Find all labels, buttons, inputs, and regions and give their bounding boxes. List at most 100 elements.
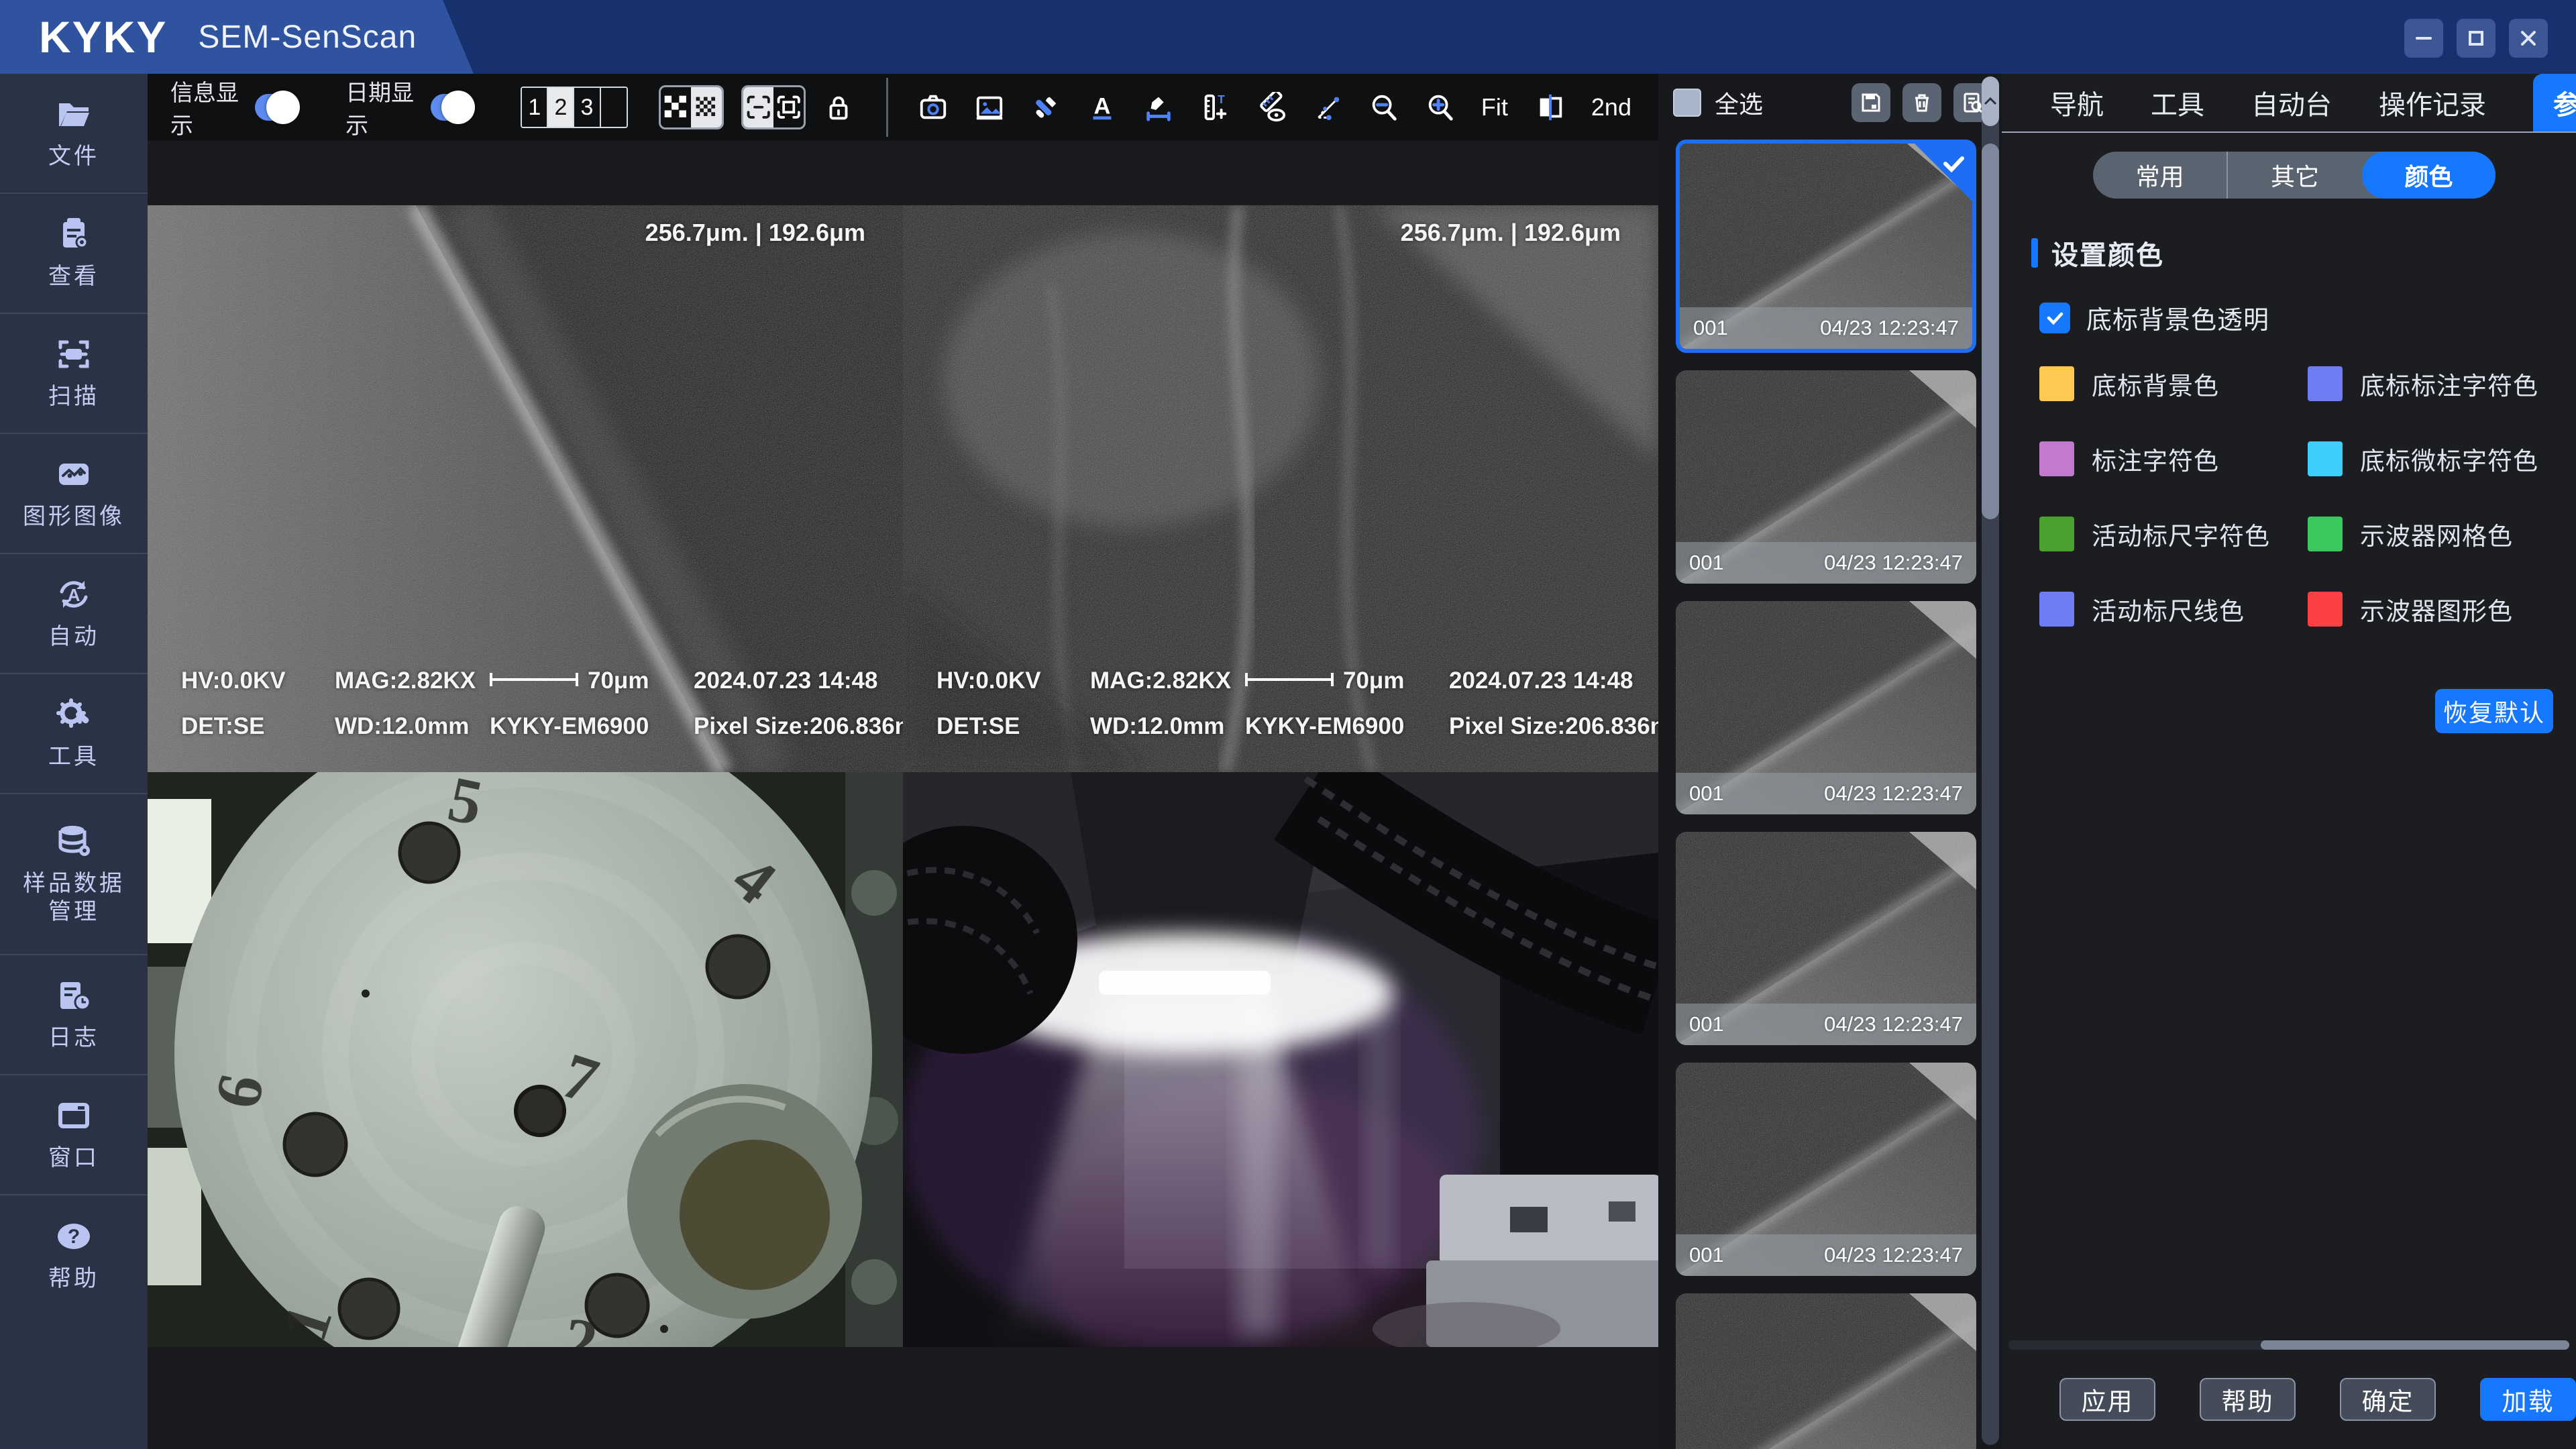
scalebar <box>490 673 578 686</box>
fit-button[interactable]: Fit <box>1481 93 1508 121</box>
sidebar-item-view[interactable]: 查看 <box>0 194 148 314</box>
full-frame-icon[interactable] <box>773 87 804 127</box>
color-swatch[interactable] <box>2308 441 2343 476</box>
sidebar-item-scan[interactable]: 扫描 <box>0 314 148 434</box>
sidebar-item-window[interactable]: 窗口 <box>0 1075 148 1195</box>
lock-icon[interactable] <box>823 90 854 125</box>
reduced-scan-icon[interactable] <box>743 87 773 127</box>
scroll-up-button[interactable] <box>1982 76 1999 126</box>
kyky-logo: KYKY <box>39 11 167 62</box>
save-button[interactable] <box>1851 83 1890 122</box>
thumbnail-item[interactable]: 00104/23 12:23:47 <box>1676 370 1976 584</box>
device-readout: KYKY-EM6900 <box>1245 713 1404 740</box>
repair-tools-icon[interactable] <box>1030 90 1061 125</box>
sidebar-item-graphics[interactable]: 图形图像 <box>0 434 148 554</box>
preview-icon <box>1962 91 1984 114</box>
fine-grid-icon[interactable] <box>691 87 721 127</box>
sidebar-item-file[interactable]: 文件 <box>0 74 148 194</box>
color-item: 底标背景色 <box>2039 366 2308 402</box>
coarse-grid-icon[interactable] <box>661 87 691 127</box>
scalebar-value: 70μm <box>588 667 649 694</box>
tab-navigation[interactable]: 导航 <box>2050 74 2104 131</box>
tab-operation-log[interactable]: 操作记录 <box>2379 74 2486 131</box>
color-item: 标注字符色 <box>2039 441 2308 477</box>
sample-data-icon <box>55 822 93 860</box>
color-swatch[interactable] <box>2308 366 2343 401</box>
image-icon[interactable] <box>974 90 1005 125</box>
color-swatch[interactable] <box>2039 592 2074 627</box>
confirm-button[interactable]: 确定 <box>2340 1378 2436 1421</box>
zoom-in-icon[interactable] <box>1425 90 1456 125</box>
apply-button[interactable]: 应用 <box>2059 1378 2155 1421</box>
color-swatch[interactable] <box>2039 366 2074 401</box>
second-button[interactable]: 2nd <box>1591 93 1631 121</box>
thumbnail-scrollbar[interactable] <box>1982 76 1999 1445</box>
thumbnail-item[interactable]: 00104/23 12:23:47 <box>1676 140 1976 353</box>
text-annotation-icon[interactable]: A <box>1087 90 1118 125</box>
app-window: KYKY SEM-SenScan 文件 <box>0 0 2576 1449</box>
thumbnail-list: 00104/23 12:23:47 00104/23 12:23:47 0010… <box>1676 140 1979 1449</box>
sidebar-item-log[interactable]: 日志 <box>0 955 148 1075</box>
subtab-other[interactable]: 其它 <box>2228 152 2361 199</box>
color-item: 活动标尺字符色 <box>2039 516 2308 552</box>
color-swatch[interactable] <box>2039 441 2074 476</box>
date-display-toggle[interactable] <box>431 94 473 121</box>
chamber-camera-viewport[interactable] <box>903 772 1658 1347</box>
sem-viewport-2[interactable]: 256.7μm. | 192.6μm HV:0.0KV MAG:2.82KX 7… <box>903 205 1658 772</box>
sidebar-item-sample-data[interactable]: 样品数据管理 <box>0 794 148 955</box>
thumbnail-item[interactable]: 00104/23 12:23:47 <box>1676 601 1976 814</box>
scrollbar-thumb[interactable] <box>2261 1340 2569 1350</box>
settings-panel: 导航 工具 自动台 操作记录 参数设置 常用 其它 颜色 设置颜色 底标背景 <box>2002 74 2576 1449</box>
tab-auto-stage[interactable]: 自动台 <box>2251 74 2332 131</box>
scrollbar-thumb[interactable] <box>1982 144 1999 519</box>
thumbnail-item[interactable]: 00104/23 12:23:47 <box>1676 832 1976 1045</box>
sidebar-item-auto[interactable]: A 自动 <box>0 554 148 674</box>
wd-readout: WD:12.0mm <box>335 713 469 740</box>
color-swatch[interactable] <box>2308 592 2343 627</box>
sem-viewport-1[interactable]: 256.7μm. | 192.6μm HV:0.0KV MAG:2.82KX 7… <box>148 205 903 772</box>
select-all-checkbox[interactable] <box>1673 89 1701 117</box>
close-icon <box>2518 28 2539 49</box>
load-button[interactable]: 加载 <box>2480 1378 2576 1421</box>
marker-measure-icon[interactable] <box>1143 90 1174 125</box>
frame-4-button[interactable] <box>601 88 627 127</box>
checkbox-checked-icon[interactable] <box>2039 303 2070 333</box>
thumbnail-meta: 00104/23 12:23:47 <box>1676 773 1976 814</box>
thumbnail-item[interactable]: 00104/23 12:23:47 <box>1676 1063 1976 1276</box>
sidebar-item-tools[interactable]: 工具 <box>0 674 148 794</box>
subtab-color[interactable]: 颜色 <box>2362 152 2496 199</box>
zoom-out-icon[interactable] <box>1368 90 1399 125</box>
capture-icon[interactable] <box>918 90 949 125</box>
frame-1-button[interactable]: 1 <box>522 88 548 127</box>
fov-readout: 256.7μm. | 192.6μm <box>1401 219 1621 247</box>
settings-tabs: 导航 工具 自动台 操作记录 参数设置 <box>2002 74 2576 131</box>
thumbnail-item[interactable]: 00104/23 12:23:47 <box>1676 1293 1976 1449</box>
frame-3-button[interactable]: 3 <box>574 88 600 127</box>
mag-readout: MAG:2.82KX <box>335 667 476 694</box>
minimize-button[interactable] <box>2404 19 2443 58</box>
ruler-view-icon[interactable] <box>1256 90 1287 125</box>
panel-horizontal-scrollbar[interactable] <box>2008 1340 2569 1350</box>
color-swatch[interactable] <box>2308 517 2343 551</box>
subtab-common[interactable]: 常用 <box>2093 152 2228 199</box>
mag-readout: MAG:2.82KX <box>1090 667 1231 694</box>
transparent-background-checkbox-row[interactable]: 底标背景色透明 <box>2039 299 2576 336</box>
close-button[interactable] <box>2509 19 2548 58</box>
tab-parameter-settings[interactable]: 参数设置 <box>2533 74 2576 131</box>
ruler-add-icon[interactable]: T <box>1199 90 1230 125</box>
frame-2-button[interactable]: 2 <box>548 88 574 127</box>
color-swatch[interactable] <box>2039 517 2074 551</box>
transparent-background-label: 底标背景色透明 <box>2086 299 2269 336</box>
help-button[interactable]: 帮助 <box>2200 1378 2296 1421</box>
maximize-button[interactable] <box>2457 19 2496 58</box>
main-area: 文件 查看 扫描 图形图像 <box>0 74 2576 1449</box>
delete-icon <box>1911 91 1933 114</box>
stage-camera-viewport[interactable]: 5 4 6 7 1 2 <box>148 772 903 1347</box>
delete-button[interactable] <box>1902 83 1941 122</box>
split-view-icon[interactable] <box>1535 90 1566 125</box>
restore-defaults-button[interactable]: 恢复默认 <box>2435 689 2553 733</box>
angle-measure-icon[interactable] <box>1312 90 1343 125</box>
tab-tools[interactable]: 工具 <box>2151 74 2204 131</box>
sidebar-item-help[interactable]: ? 帮助 <box>0 1195 148 1316</box>
info-display-toggle[interactable] <box>255 94 297 121</box>
